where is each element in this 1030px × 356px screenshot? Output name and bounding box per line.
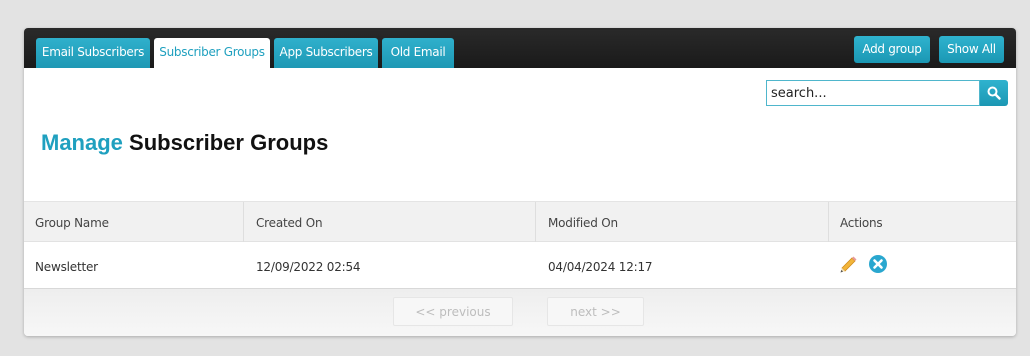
tab-old-email[interactable]: Old Email — [382, 38, 454, 68]
show-all-button[interactable]: Show All — [939, 36, 1004, 63]
cell-modified-on: 04/04/2024 12:17 — [548, 260, 653, 274]
column-divider — [243, 202, 244, 242]
cell-created-on: 12/09/2022 02:54 — [256, 260, 361, 274]
column-header-group-name[interactable]: Group Name — [35, 216, 109, 230]
delete-icon[interactable] — [868, 254, 888, 274]
previous-page-button[interactable]: << previous — [393, 297, 513, 326]
search-button[interactable] — [980, 80, 1008, 106]
column-divider — [535, 202, 536, 242]
next-page-button[interactable]: next >> — [547, 297, 644, 326]
column-divider — [828, 202, 829, 242]
page-title-accent: Manage — [41, 130, 123, 155]
tab-email-subscribers[interactable]: Email Subscribers — [36, 38, 150, 68]
column-header-modified-on[interactable]: Modified On — [548, 216, 618, 230]
column-header-created-on[interactable]: Created On — [256, 216, 323, 230]
pagination-bar: << previous next >> — [24, 288, 1016, 336]
table-header: Group Name Created On Modified On Action… — [24, 201, 1016, 242]
tab-subscriber-groups[interactable]: Subscriber Groups — [154, 38, 270, 68]
subscriber-groups-panel: Email Subscribers Subscriber Groups App … — [24, 28, 1016, 336]
top-nav-bar: Email Subscribers Subscriber Groups App … — [24, 28, 1016, 68]
add-group-button[interactable]: Add group — [854, 36, 930, 63]
search-icon — [987, 86, 1001, 100]
cell-group-name: Newsletter — [35, 260, 98, 274]
tab-app-subscribers[interactable]: App Subscribers — [274, 38, 378, 68]
column-header-actions: Actions — [840, 216, 883, 230]
search-input[interactable] — [766, 80, 980, 106]
page-title-rest: Subscriber Groups — [129, 130, 329, 155]
page-title: Manage Subscriber Groups — [41, 130, 328, 156]
edit-icon[interactable] — [838, 254, 858, 274]
table-row: Newsletter 12/09/2022 02:54 04/04/2024 1… — [24, 242, 1016, 288]
